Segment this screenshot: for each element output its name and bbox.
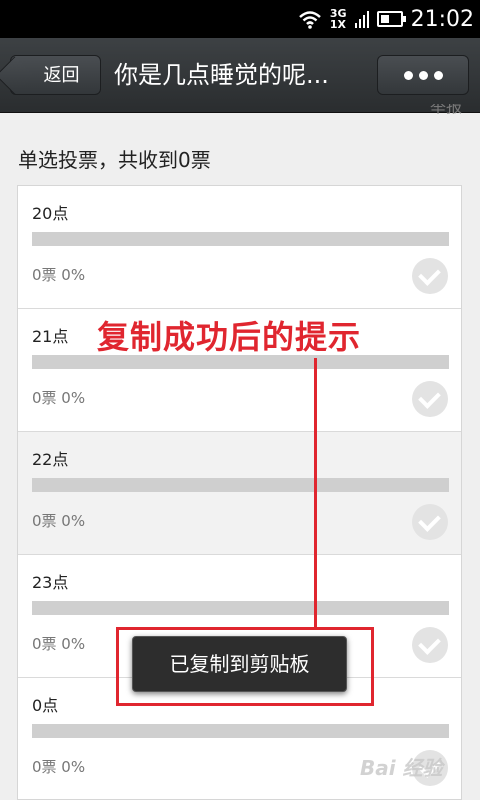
more-dots-icon bbox=[403, 70, 413, 80]
option-label: 22点 bbox=[32, 450, 69, 469]
annotation-label: 复制成功后的提示 bbox=[97, 318, 362, 356]
vote-progress-bar bbox=[32, 478, 449, 492]
vote-progress-bar bbox=[32, 601, 449, 615]
vote-count: 0票 0% bbox=[32, 635, 86, 653]
clock: 21:02 bbox=[410, 6, 474, 32]
check-icon[interactable] bbox=[412, 258, 448, 294]
poll-option-20[interactable]: 20点 0票 0% bbox=[18, 186, 461, 309]
more-button[interactable] bbox=[377, 55, 469, 95]
back-button[interactable]: 返回 bbox=[10, 55, 101, 95]
vote-count: 0票 0% bbox=[32, 512, 86, 530]
poll-options-list: 20点 0票 0% 21点 0票 0% 22点 0票 0% 23点 0票 0% … bbox=[17, 185, 462, 800]
vote-progress-bar bbox=[32, 232, 449, 246]
title-bar: 返回 你是几点睡觉的呢... bbox=[0, 38, 480, 113]
option-label: 21点 bbox=[32, 327, 69, 346]
annotation-pointer-line bbox=[314, 358, 317, 630]
back-button-label: 返回 bbox=[43, 65, 80, 86]
status-icons: 3G 1X 21:02 bbox=[298, 0, 474, 38]
option-label: 23点 bbox=[32, 573, 69, 592]
report-link[interactable]: 举报 bbox=[430, 104, 462, 118]
network-1x-label: 1X bbox=[329, 18, 347, 31]
more-dots-icon bbox=[418, 70, 428, 80]
check-icon[interactable] bbox=[412, 627, 448, 663]
network-indicator: 3G 1X bbox=[330, 8, 347, 30]
vote-progress-bar bbox=[32, 724, 449, 738]
option-label: 20点 bbox=[32, 204, 69, 223]
wifi-icon bbox=[299, 11, 321, 29]
vote-count: 0票 0% bbox=[32, 266, 86, 284]
option-label: 0点 bbox=[32, 696, 59, 715]
vote-count: 0票 0% bbox=[32, 758, 86, 776]
status-bar: 3G 1X 21:02 bbox=[0, 0, 480, 38]
poll-option-22[interactable]: 22点 0票 0% bbox=[18, 432, 461, 555]
check-icon[interactable] bbox=[412, 504, 448, 540]
signal-icon bbox=[354, 11, 369, 28]
vote-count: 0票 0% bbox=[32, 389, 86, 407]
battery-icon bbox=[376, 11, 406, 27]
page-title: 你是几点睡觉的呢... bbox=[114, 61, 329, 89]
more-dots-icon bbox=[433, 70, 443, 80]
copied-toast: 已复制到剪贴板 bbox=[132, 636, 347, 692]
watermark: Bai 经验 bbox=[360, 756, 443, 780]
check-icon[interactable] bbox=[412, 381, 448, 417]
poll-heading: 单选投票，共收到0票 bbox=[18, 148, 211, 172]
